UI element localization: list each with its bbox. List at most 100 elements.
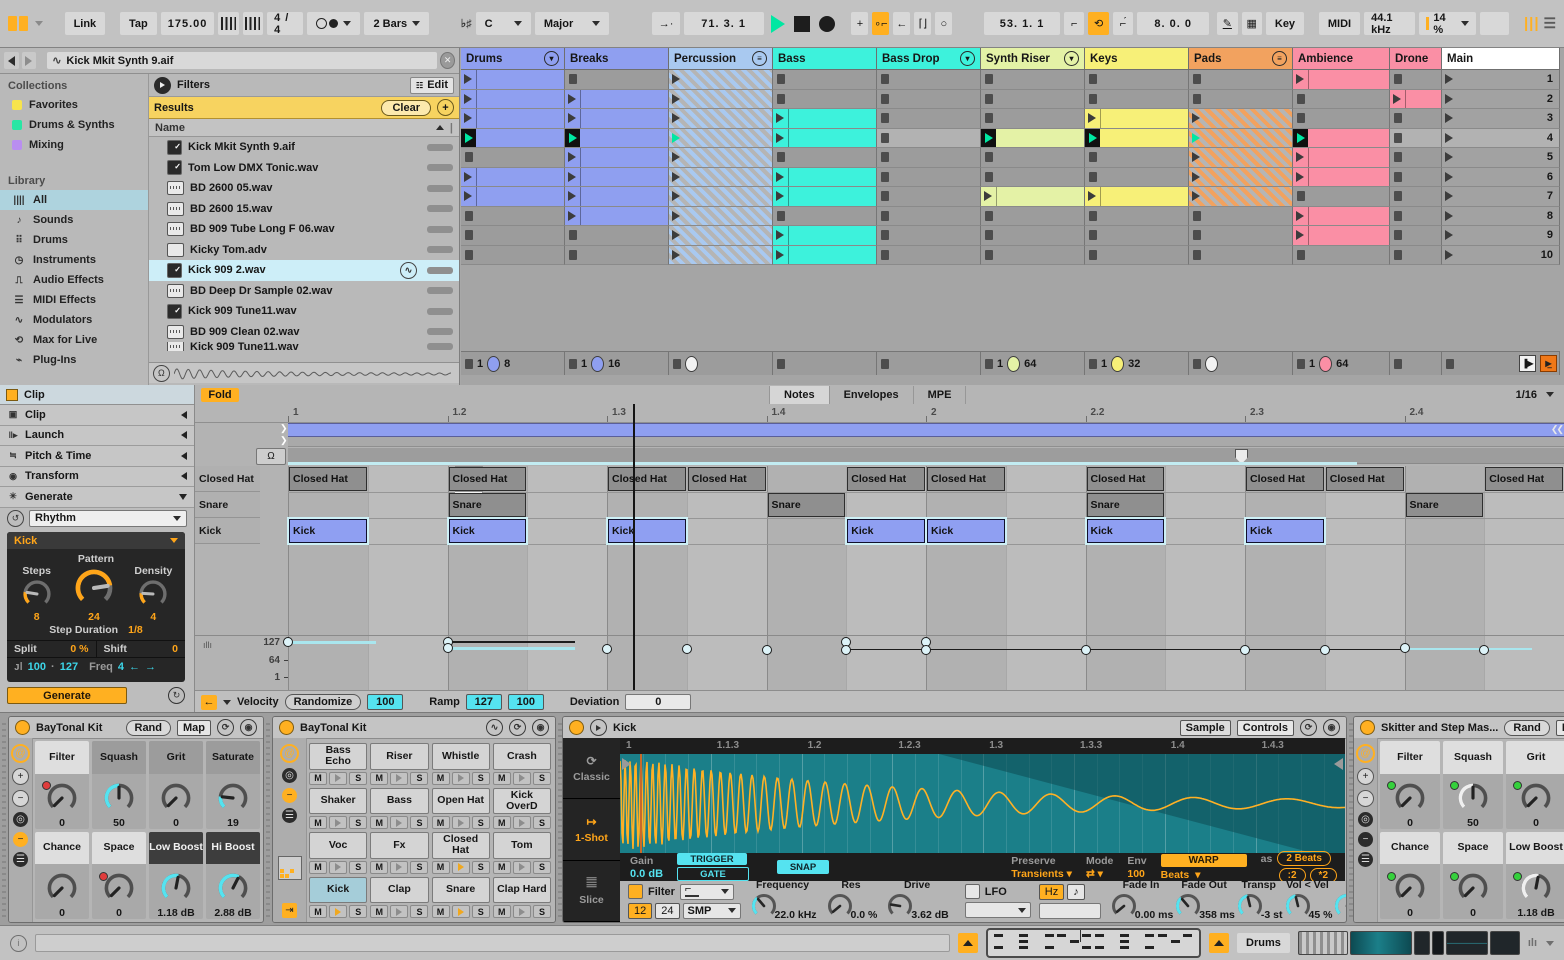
sample-waveform[interactable] [620,754,1345,853]
clip-slot[interactable] [981,206,1085,226]
trigger-button[interactable]: TRIGGER [677,853,748,865]
clip-slot[interactable] [565,148,669,168]
drum-pad-crash[interactable]: Crash M S [492,743,551,785]
file-row[interactable]: BD 909 Clean 02.wav [149,322,459,343]
regenerate-icon[interactable]: ↻ [168,687,185,704]
scene-play-button[interactable] [1445,132,1453,143]
clip-stop-button[interactable] [985,210,993,221]
clip-slot[interactable] [877,128,981,148]
left-macro-space[interactable]: Space 0 [92,831,146,919]
frequency-value[interactable]: 22.0 kHz [775,909,817,921]
drum-pad-open-hat[interactable]: Open Hat M S [431,787,490,829]
clip-slot[interactable] [1390,128,1442,148]
tap-tempo-button[interactable]: Tap [119,12,157,35]
clip-play-button[interactable] [464,113,472,124]
midi-note[interactable]: Closed Hat [847,467,925,491]
pad-mute-button[interactable]: M [492,816,511,829]
pad-mute-button[interactable]: M [492,905,511,918]
file-row[interactable]: BD Deep Dr Sample 02.wav [149,281,459,302]
clip-stop-button[interactable] [985,171,993,182]
pad-solo-button[interactable]: S [532,816,551,829]
clip-stop-button[interactable] [1394,249,1402,260]
right-macro-squash[interactable]: Squash 50 [1443,741,1503,829]
lfo-toggle[interactable] [964,884,980,899]
pad-play-button[interactable] [512,905,531,918]
macro-knob[interactable] [44,870,80,909]
grid-interval-menu[interactable]: 1/16 [1516,389,1554,401]
clip-view-toggle-icon[interactable]: ▐▶ [1519,355,1536,372]
back-to-arrangement-icon[interactable]: ▶̲ [1540,355,1557,372]
gate-button[interactable]: GATE [677,867,750,881]
device-on-toggle[interactable] [1360,720,1375,735]
clear-search-icon[interactable]: ✕ [440,52,455,69]
sidebar-item-sounds[interactable]: ♪ Sounds [0,210,148,230]
clip-slot[interactable] [981,226,1085,246]
pad-mute-button[interactable]: M [431,816,450,829]
sidebar-item-all[interactable]: |||| All [0,190,148,210]
collection-item[interactable]: Favorites [0,95,148,115]
clip-play-button[interactable] [672,132,680,143]
clip-slot[interactable] [981,245,1085,265]
clip-stop-button[interactable] [1297,113,1305,124]
clip-stop-button[interactable] [881,249,889,260]
clip-slot[interactable] [981,148,1085,168]
device-chain-expand-button[interactable] [1209,933,1229,953]
drum-pad-bass-echo[interactable]: Bass Echo M S [309,743,368,785]
pad-name[interactable]: Fx [370,832,429,859]
loop-end-flag-icon[interactable] [1334,758,1343,770]
clip-slot[interactable] [669,128,773,148]
clip-stop-button[interactable] [1394,210,1402,221]
clip-slot[interactable] [565,128,669,148]
preserve-value[interactable]: Transients ▾ [1011,868,1072,880]
clip-stop-button[interactable] [881,210,889,221]
automation-arm-button[interactable]: ∘⌐ [872,12,890,35]
clip-stop-button[interactable] [1193,230,1201,241]
generator-reset-icon[interactable]: ↺ [7,509,24,527]
velocity-marker[interactable] [681,644,692,655]
pad-mute-button[interactable]: M [431,860,450,874]
clip-slot[interactable] [1189,187,1293,207]
clip-play-button[interactable] [1296,152,1304,163]
knob-volume[interactable]: Volume-6.86 dB [1332,879,1346,923]
pad-play-button[interactable] [329,816,348,829]
pad-play-button[interactable] [329,860,348,874]
clip-stop-button[interactable] [985,152,993,163]
velocity-marker[interactable] [761,644,772,655]
scene-slot[interactable]: 6 [1442,167,1560,187]
clip-slot[interactable] [1189,128,1293,148]
right-macro-filter[interactable]: Filter 0 [1380,741,1440,829]
clip-play-button[interactable] [672,230,680,241]
save-preset-icon[interactable]: ◉ [1323,719,1340,736]
clip-play-button[interactable] [1192,171,1200,182]
warp-button[interactable]: WARP [1160,853,1247,867]
tab-mpe[interactable]: MPE [912,385,967,404]
midi-note[interactable]: Closed Hat [1246,467,1324,491]
mode-tab-classic[interactable]: ⟳ Classic [563,738,620,800]
show-macros-icon[interactable]: − [1358,832,1373,847]
macro-knob[interactable] [158,870,194,909]
pad-mute-button[interactable]: M [370,771,389,785]
pad-play-button[interactable] [329,771,348,785]
clip-slot[interactable] [1085,70,1189,90]
clip-slot[interactable] [1189,226,1293,246]
cpu-meter[interactable]: 14 % [1419,12,1476,36]
pad-name[interactable]: Shaker [309,787,368,814]
macro-knob[interactable] [215,780,251,819]
pad-name[interactable]: Kick OverD [492,787,551,814]
velocity-marker[interactable] [841,644,852,655]
clip-slot[interactable] [773,226,877,246]
clip-stop-button[interactable] [1297,93,1305,104]
session-view-toggle-icon[interactable]: ||| [1524,15,1540,32]
clip-slot[interactable] [669,89,773,109]
scene-play-button[interactable] [1445,152,1453,163]
clip-play-button[interactable] [1393,93,1401,104]
track-stop-button[interactable] [1089,358,1097,369]
clip-play-button[interactable] [1088,191,1096,202]
pad-play-button[interactable] [329,905,348,918]
clip-play-button[interactable] [672,152,680,163]
midi-note[interactable]: Kick [448,519,527,543]
clip-play-button[interactable] [464,191,472,202]
clip-stop-button[interactable] [881,152,889,163]
track-header-main[interactable]: Main [1442,48,1560,70]
clip-stop-button[interactable] [1394,171,1402,182]
